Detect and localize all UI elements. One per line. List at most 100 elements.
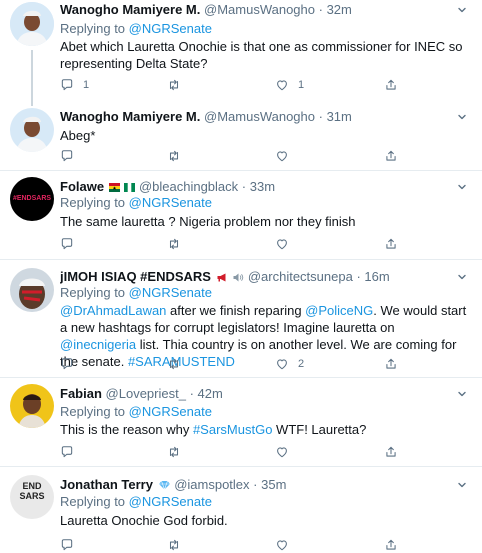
user-handle[interactable]: @bleachingblack — [139, 179, 238, 194]
tweet-actions — [60, 537, 472, 553]
share-button[interactable] — [384, 356, 398, 372]
replying-to: Replying to @NGRSenate — [60, 21, 212, 36]
retweet-button[interactable] — [167, 77, 181, 93]
share-button[interactable] — [384, 77, 398, 93]
tweet-header: Fabian @Lovepriest_ · 42m — [60, 386, 223, 401]
reply-icon — [60, 538, 74, 552]
share-button[interactable] — [384, 537, 398, 553]
chevron-down-icon[interactable] — [456, 479, 468, 491]
chevron-down-icon[interactable] — [456, 4, 468, 16]
retweet-button[interactable] — [167, 444, 181, 460]
speaker-icon — [233, 273, 244, 282]
mention-link[interactable]: @NGRSenate — [129, 285, 212, 300]
mention-link[interactable]: @NGRSenate — [129, 195, 212, 210]
reply-button[interactable] — [60, 356, 74, 372]
like-button[interactable] — [275, 236, 289, 252]
chevron-down-icon[interactable] — [456, 111, 468, 123]
display-name[interactable]: Jonathan Terry — [60, 477, 153, 492]
user-handle[interactable]: @Lovepriest_ — [106, 386, 186, 401]
retweet-icon — [167, 78, 181, 92]
display-name[interactable]: jIMOH ISIAQ #ENDSARS — [60, 269, 211, 284]
heart-icon — [275, 78, 289, 92]
display-name[interactable]: Fabian — [60, 386, 102, 401]
reply-button[interactable] — [60, 148, 74, 164]
like-button[interactable]: 2 — [275, 356, 304, 372]
retweet-button[interactable] — [167, 356, 181, 372]
avatar[interactable]: #ENDSARS — [10, 177, 54, 221]
like-button[interactable] — [275, 148, 289, 164]
display-name[interactable]: Wanogho Mamiyere M. — [60, 109, 200, 124]
hashtag-link[interactable]: #SarsMustGo — [193, 422, 272, 437]
heart-icon — [275, 357, 289, 371]
share-icon — [384, 237, 398, 251]
reply-button[interactable] — [60, 236, 74, 252]
tweet-text: This is the reason why #SarsMustGo WTF! … — [60, 422, 367, 437]
chevron-down-icon[interactable] — [456, 388, 468, 400]
mention-link[interactable]: @DrAhmadLawan — [60, 303, 166, 318]
display-name[interactable]: Wanogho Mamiyere M. — [60, 2, 200, 17]
reply-button[interactable] — [60, 444, 74, 460]
avatar[interactable]: END SARS — [10, 475, 54, 519]
mention-link[interactable]: @NGRSenate — [129, 494, 212, 509]
share-button[interactable] — [384, 148, 398, 164]
share-button[interactable] — [384, 444, 398, 460]
tweet-3[interactable]: #ENDSARS Folawe @bleachingblack · 33m Re… — [0, 171, 482, 259]
mention-link[interactable]: @PoliceNG — [305, 303, 373, 318]
timestamp[interactable]: 31m — [327, 109, 352, 124]
avatar[interactable] — [10, 268, 54, 312]
replying-to: Replying to @NGRSenate — [60, 285, 212, 300]
timestamp[interactable]: 42m — [198, 386, 223, 401]
tweet-header: Wanogho Mamiyere M. @MamusWanogho · 31m — [60, 109, 352, 124]
timestamp[interactable]: 35m — [261, 477, 286, 492]
reply-button[interactable] — [60, 537, 74, 553]
replying-to: Replying to @NGRSenate — [60, 195, 212, 210]
reply-count: 1 — [83, 79, 90, 91]
user-handle[interactable]: @MamusWanogho — [204, 109, 315, 124]
display-name[interactable]: Folawe — [60, 179, 104, 194]
share-icon — [384, 149, 398, 163]
reply-button[interactable]: 1 — [60, 77, 89, 93]
avatar[interactable] — [10, 2, 54, 46]
avatar[interactable] — [10, 384, 54, 428]
heart-icon — [275, 237, 289, 251]
tweet-4[interactable]: jIMOH ISIAQ #ENDSARS @architectsunepa · … — [0, 260, 482, 377]
like-button[interactable] — [275, 537, 289, 553]
tweet-header: Jonathan Terry @iamspotlex · 35m — [60, 477, 287, 492]
share-icon — [384, 357, 398, 371]
like-button[interactable] — [275, 444, 289, 460]
mention-link[interactable]: @NGRSenate — [129, 404, 212, 419]
retweet-button[interactable] — [167, 236, 181, 252]
like-button[interactable]: 1 — [275, 77, 304, 93]
timestamp[interactable]: 33m — [250, 179, 275, 194]
tweet-actions — [60, 444, 472, 460]
tweet-2[interactable]: Wanogho Mamiyere M. @MamusWanogho · 31m … — [0, 106, 482, 170]
tweet-header: jIMOH ISIAQ #ENDSARS @architectsunepa · … — [60, 269, 390, 284]
timestamp[interactable]: 32m — [327, 2, 352, 17]
timestamp[interactable]: 16m — [364, 269, 389, 284]
chevron-down-icon[interactable] — [456, 271, 468, 283]
heart-icon — [275, 445, 289, 459]
mention-link[interactable]: @NGRSenate — [129, 21, 212, 36]
retweet-button[interactable] — [167, 148, 181, 164]
share-icon — [384, 538, 398, 552]
user-handle[interactable]: @architectsunepa — [248, 269, 353, 284]
retweet-button[interactable] — [167, 537, 181, 553]
avatar[interactable] — [10, 108, 54, 152]
tweet-1[interactable]: Wanogho Mamiyere M. @MamusWanogho · 32m … — [0, 0, 482, 106]
user-handle[interactable]: @MamusWanogho — [204, 2, 315, 17]
reply-icon — [60, 78, 74, 92]
mention-link[interactable]: @inecnigeria — [60, 337, 136, 352]
share-button[interactable] — [384, 236, 398, 252]
tweet-5[interactable]: Fabian @Lovepriest_ · 42m Replying to @N… — [0, 378, 482, 466]
tweet-header: Folawe @bleachingblack · 33m — [60, 179, 276, 194]
chevron-down-icon[interactable] — [456, 181, 468, 193]
retweet-icon — [167, 538, 181, 552]
nigeria-flag-icon — [124, 183, 136, 192]
diamond-icon — [158, 480, 170, 490]
tweet-text: Abet which Lauretta Onochie is that one … — [60, 39, 463, 71]
tweet-6[interactable]: END SARS Jonathan Terry @iamspotlex · 35… — [0, 467, 482, 552]
user-handle[interactable]: @iamspotlex — [174, 477, 249, 492]
reply-icon — [60, 237, 74, 251]
megaphone-icon — [217, 273, 226, 282]
ghana-flag-icon — [108, 183, 120, 192]
